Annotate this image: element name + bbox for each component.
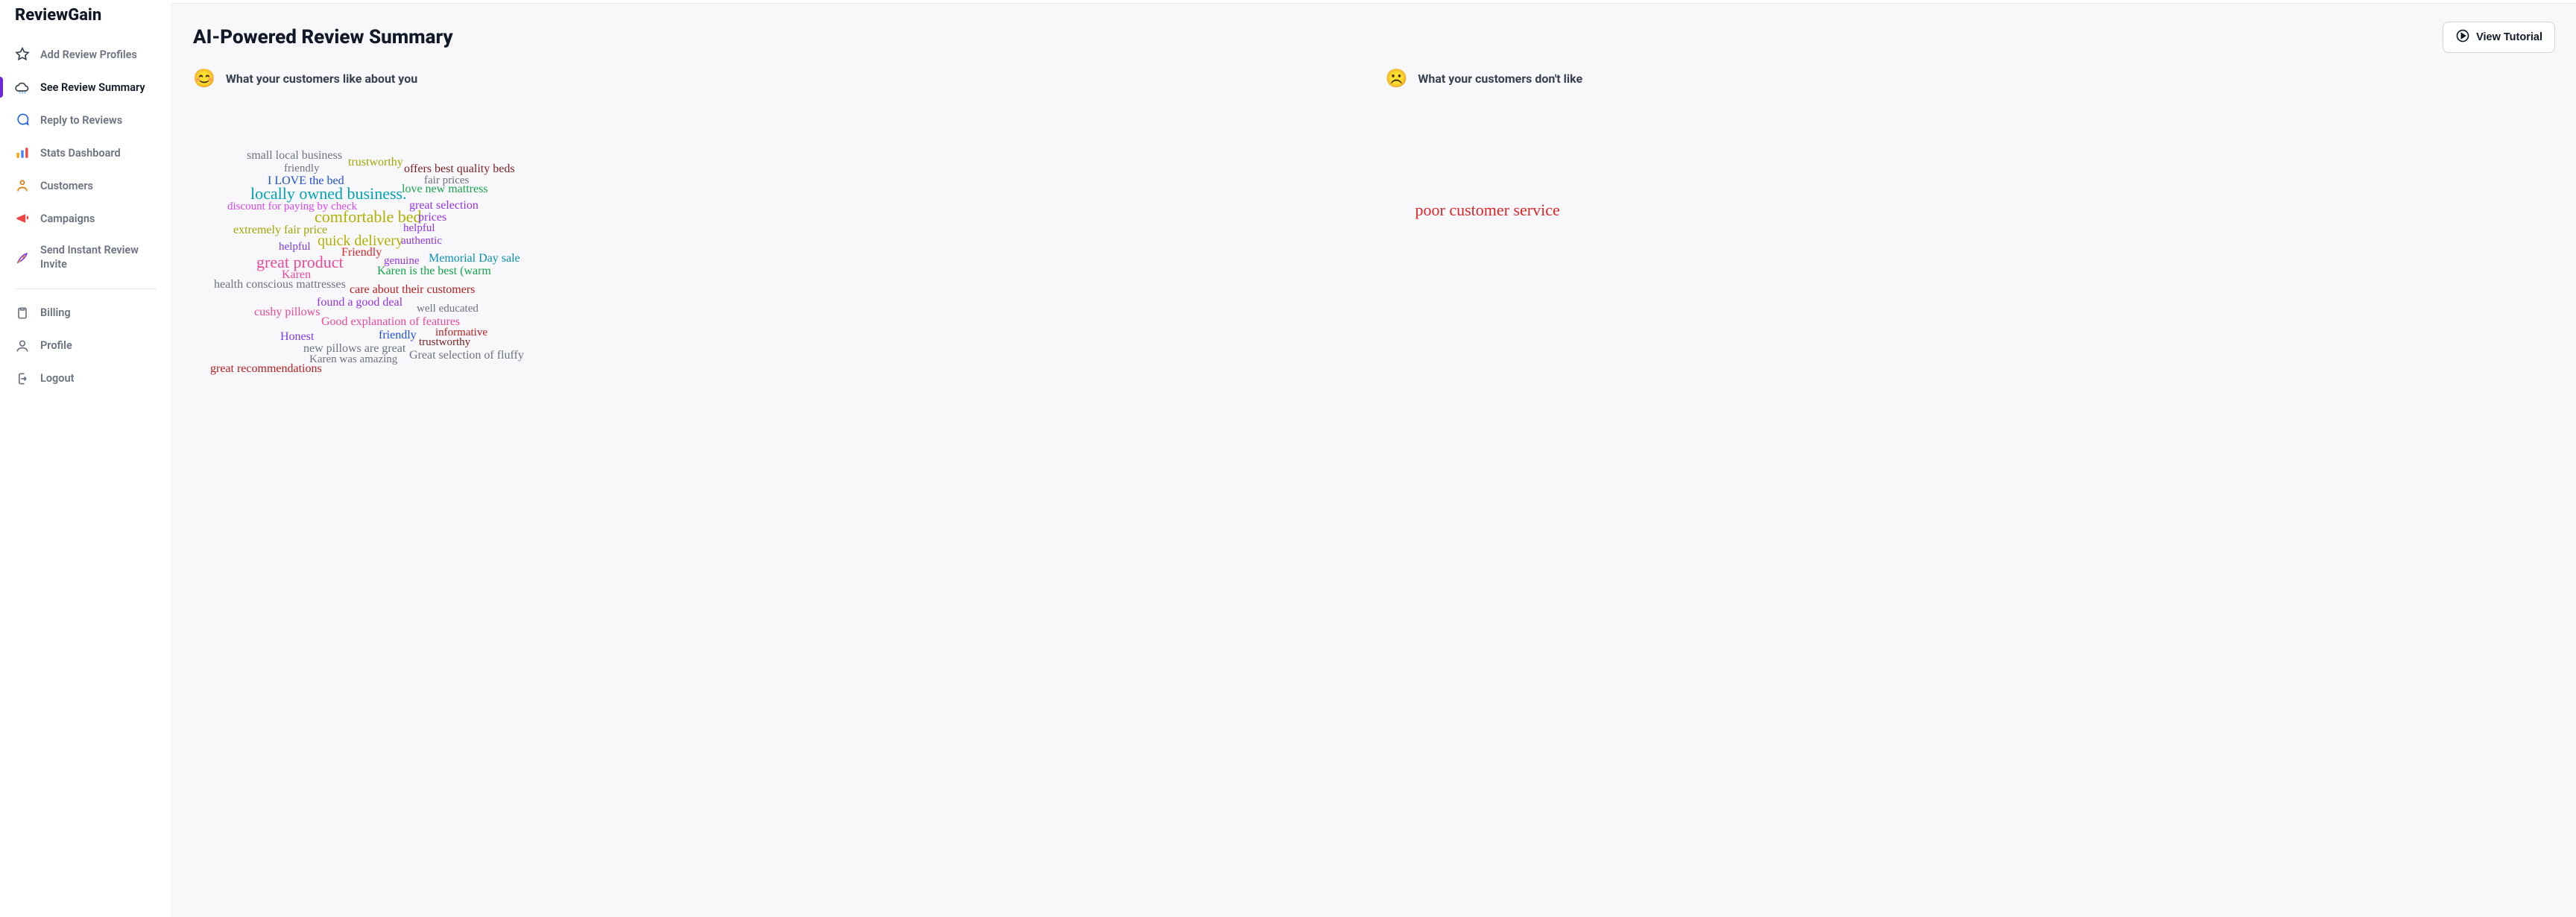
logout-icon — [15, 371, 30, 386]
cloud-word: friendly — [379, 330, 417, 341]
nav-label: Campaigns — [40, 212, 95, 225]
cloud-word: well educated — [417, 303, 479, 315]
cloud-word: Great selection of fluffy — [409, 350, 524, 362]
cloud-word: helpful — [279, 242, 311, 253]
nav-label: See Review Summary — [40, 81, 145, 94]
cloud-word: care about their customers — [350, 284, 475, 296]
cloud-word: Friendly — [341, 247, 382, 259]
star-icon — [15, 47, 30, 62]
view-tutorial-button[interactable]: View Tutorial — [2443, 22, 2555, 53]
nav-customers[interactable]: Customers — [0, 169, 171, 202]
cloud-word: Honest — [280, 331, 314, 343]
cloud-word: health conscious mattresses — [214, 279, 346, 291]
nav-label: Reply to Reviews — [40, 114, 122, 127]
smile-emoji-icon: 😊 — [193, 69, 215, 87]
user-icon — [15, 338, 30, 353]
nav: Add Review Profiles See Review Summary R… — [0, 38, 171, 395]
nav-see-review-summary[interactable]: See Review Summary — [0, 71, 171, 104]
cloud-word: authentic — [401, 236, 442, 247]
nav-label: Profile — [40, 339, 72, 352]
nav-label: Billing — [40, 306, 71, 319]
bar-chart-icon — [15, 145, 30, 160]
negative-panel: ☹️ What your customers don't like poor c… — [1386, 69, 2556, 396]
brand-title: ReviewGain — [0, 6, 171, 38]
nav-label: Stats Dashboard — [40, 147, 121, 160]
cloud-word: trustworthy — [348, 157, 403, 168]
nav-label: Logout — [40, 372, 74, 385]
chat-reply-icon — [15, 113, 30, 127]
positive-heading: What your customers like about you — [226, 72, 417, 86]
positive-word-cloud: small local business friendly trustworth… — [193, 98, 1363, 396]
customers-icon — [15, 178, 30, 193]
page-header: AI-Powered Review Summary View Tutorial — [193, 22, 2555, 53]
cloud-word: poor customer service — [1415, 202, 1560, 218]
nav-label: Send Instant Review Invite — [40, 244, 157, 272]
nav-label: Customers — [40, 180, 93, 192]
clipboard-icon — [15, 306, 30, 321]
nav-campaigns[interactable]: Campaigns — [0, 202, 171, 235]
negative-heading-row: ☹️ What your customers don't like — [1386, 69, 2556, 87]
cloud-icon — [15, 80, 30, 95]
cloud-word: Memorial Day sale — [429, 253, 520, 265]
nav-reply-to-reviews[interactable]: Reply to Reviews — [0, 104, 171, 136]
cloud-word: small local business — [247, 150, 342, 162]
negative-word-cloud: poor customer service — [1386, 98, 2556, 396]
nav-profile[interactable]: Profile — [0, 330, 171, 362]
nav-add-review-profiles[interactable]: Add Review Profiles — [0, 38, 171, 71]
cloud-word: Karen is the best (warm — [377, 265, 491, 277]
cloud-word: found a good deal — [317, 297, 402, 309]
negative-heading: What your customers don't like — [1418, 72, 1582, 86]
megaphone-icon — [15, 211, 30, 226]
cloud-word: extremely fair price — [233, 224, 327, 236]
cloud-word: friendly — [284, 163, 319, 174]
main-content: AI-Powered Review Summary View Tutorial … — [171, 3, 2576, 917]
cloud-word: love new mattress — [402, 183, 488, 195]
nav-stats-dashboard[interactable]: Stats Dashboard — [0, 136, 171, 169]
summary-panels: 😊 What your customers like about you sma… — [193, 69, 2555, 396]
positive-heading-row: 😊 What your customers like about you — [193, 69, 1363, 87]
nav-label: Add Review Profiles — [40, 48, 137, 61]
play-circle-icon — [2455, 28, 2470, 46]
nav-send-instant-invite[interactable]: Send Instant Review Invite — [0, 235, 171, 281]
cloud-word: helpful — [403, 223, 435, 234]
page-title: AI-Powered Review Summary — [193, 26, 453, 48]
nav-billing[interactable]: Billing — [0, 297, 171, 330]
cloud-word: trustworthy — [419, 337, 470, 348]
frown-emoji-icon: ☹️ — [1386, 69, 1408, 87]
nav-logout[interactable]: Logout — [0, 362, 171, 395]
positive-panel: 😊 What your customers like about you sma… — [193, 69, 1363, 396]
tutorial-label: View Tutorial — [2476, 31, 2542, 43]
app-root: ReviewGain Add Review Profiles See Revie… — [0, 0, 2576, 917]
cloud-word: offers best quality beds — [404, 163, 515, 175]
rocket-icon — [15, 250, 30, 265]
cloud-word: great recommendations — [210, 363, 322, 375]
sidebar: ReviewGain Add Review Profiles See Revie… — [0, 0, 171, 917]
cloud-word: Karen was amazing — [309, 354, 397, 365]
cloud-word: locally owned business. — [250, 186, 407, 202]
cloud-word: cushy pillows — [254, 306, 320, 318]
